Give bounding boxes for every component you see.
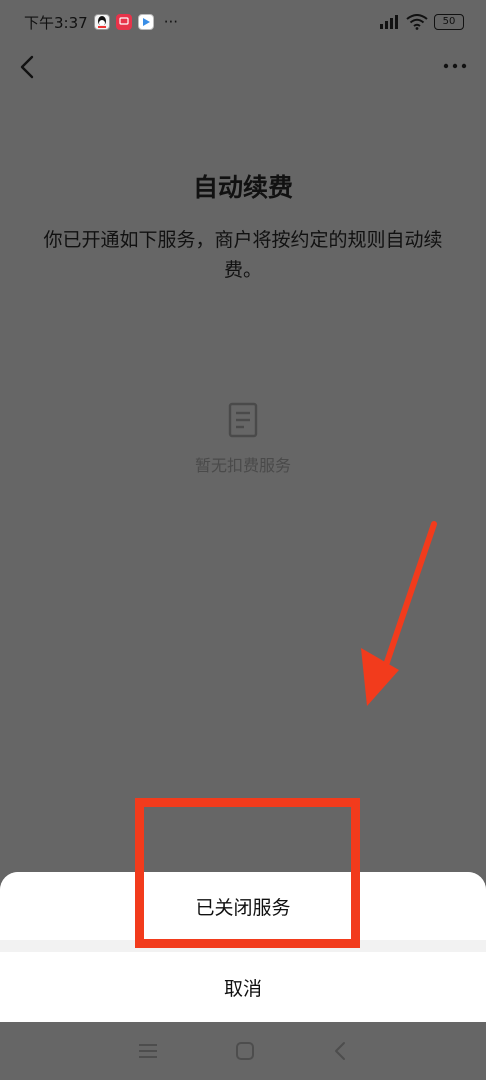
cancel-button[interactable]: 取消 [0,952,486,1022]
document-icon [228,402,258,438]
menu-icon[interactable] [138,1043,158,1059]
play-app-icon [137,14,154,30]
system-nav-bar [0,1022,486,1080]
status-more-icon: ··· [163,13,178,31]
status-right: 50 [378,14,464,30]
status-left: 下午3:37 ··· [24,12,178,33]
home-icon[interactable] [235,1041,255,1061]
more-options-icon[interactable] [442,56,468,76]
status-time: 下午3:37 [24,13,88,32]
annotation-highlight-box [135,798,360,948]
page-title: 自动续费 [192,173,293,202]
qq-icon [93,14,110,30]
nav-back-icon[interactable] [332,1041,348,1061]
page-description: 你已开通如下服务，商户将按约定的规则自动续费。 [43,229,443,281]
annotation-arrow-icon [361,521,437,706]
signal-icon [380,15,398,29]
red-app-icon [115,14,132,30]
status-bar: 下午3:37 ··· 50 [0,0,486,44]
wifi-icon [406,14,428,30]
battery-icon: 50 [434,14,464,30]
back-icon[interactable] [14,52,42,82]
empty-state-text: 暂无扣费服务 [194,456,291,475]
